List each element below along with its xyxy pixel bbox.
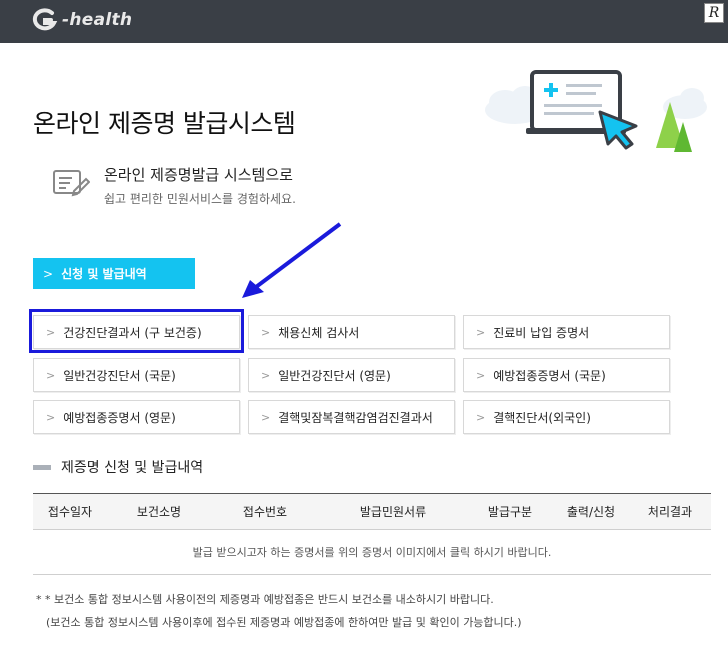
apply-history-button[interactable]: > 신청 및 발급내역 — [33, 258, 195, 289]
cert-medical-payment[interactable]: > 진료비 납입 증명서 — [463, 315, 670, 349]
annotation-arrow-icon — [242, 222, 342, 298]
column-header: 발급민원서류 — [359, 505, 427, 519]
top-bar: -health R — [0, 0, 728, 43]
column-header: 발급구분 — [487, 505, 533, 519]
cert-label: 결핵진단서(외국인) — [493, 410, 591, 425]
column-header: 처리결과 — [647, 505, 693, 519]
cert-label: 예방접종증명서 (국문) — [493, 368, 606, 383]
cert-label: 결핵및잠복결핵감염검진결과서 — [278, 410, 433, 425]
column-header: 접수일자 — [47, 505, 93, 519]
notice-line-2: (보건소 통합 정보시스템 사용이후에 접수된 제증명과 예방접종에 한하여만 … — [46, 616, 522, 629]
logo[interactable]: -health — [30, 8, 132, 32]
history-section-title: 제증명 신청 및 발급내역 — [33, 457, 203, 477]
chevron-right-icon: > — [261, 368, 271, 382]
section-bar-icon — [33, 464, 51, 470]
chevron-right-icon: > — [46, 410, 56, 424]
hero-illustration — [485, 70, 707, 152]
page-title: 온라인 제증명 발급시스템 — [33, 109, 296, 138]
intro-title: 온라인 제증명발급 시스템으로 — [104, 166, 293, 184]
cert-label: 진료비 납입 증명서 — [493, 325, 590, 340]
cert-tb-latent-result[interactable]: > 결핵및잠복결핵감염검진결과서 — [248, 400, 455, 434]
chevron-right-icon: > — [261, 325, 271, 339]
annotation-highlight-box — [29, 309, 244, 353]
cert-employment-physical[interactable]: > 채용신체 검사서 — [248, 315, 455, 349]
column-header: 접수번호 — [242, 505, 288, 519]
chevron-right-icon: > — [476, 325, 486, 339]
history-table: 접수일자 보건소명 접수번호 발급민원서류 발급구분 출력/신청 처리결과 발급… — [33, 493, 711, 575]
cert-general-health-kr[interactable]: > 일반건강진단서 (국문) — [33, 358, 240, 392]
cert-label: 일반건강진단서 (영문) — [278, 368, 391, 383]
cert-tb-foreigner[interactable]: > 결핵진단서(외국인) — [463, 400, 670, 434]
cert-general-health-en[interactable]: > 일반건강진단서 (영문) — [248, 358, 455, 392]
history-title: 제증명 신청 및 발급내역 — [61, 460, 204, 476]
cert-vaccination-en[interactable]: > 예방접종증명서 (영문) — [33, 400, 240, 434]
apply-history-label: 신청 및 발급내역 — [61, 267, 147, 281]
document-pen-icon — [53, 170, 90, 197]
intro-subtitle: 쉽고 편리한 민원서비스를 경험하세요. — [104, 192, 296, 206]
corner-badge: R — [704, 3, 724, 23]
table-header: 접수일자 보건소명 접수번호 발급민원서류 발급구분 출력/신청 처리결과 — [33, 493, 711, 530]
column-header: 출력/신청 — [566, 505, 616, 519]
cert-label: 채용신체 검사서 — [278, 325, 360, 340]
chevron-right-icon: > — [476, 410, 486, 424]
cert-label: 예방접종증명서 (영문) — [63, 410, 176, 425]
cursor-icon — [598, 110, 638, 150]
chevron-right-icon: > — [46, 368, 56, 382]
table-empty-message: 발급 받으시고자 하는 증명서를 위의 증명서 이미지에서 클릭 하시기 바랍니… — [33, 530, 711, 575]
chevron-right-icon: > — [43, 266, 54, 281]
chevron-right-icon: > — [476, 368, 486, 382]
notice-line-1: * * 보건소 통합 정보시스템 사용이전의 제증명과 예방접종은 반드시 보건… — [36, 593, 494, 606]
column-header: 보건소명 — [136, 505, 182, 519]
chevron-right-icon: > — [261, 410, 271, 424]
cert-vaccination-kr[interactable]: > 예방접종증명서 (국문) — [463, 358, 670, 392]
logo-text: -health — [62, 10, 133, 30]
cert-label: 일반건강진단서 (국문) — [63, 368, 176, 383]
g-logo-icon — [32, 8, 58, 31]
